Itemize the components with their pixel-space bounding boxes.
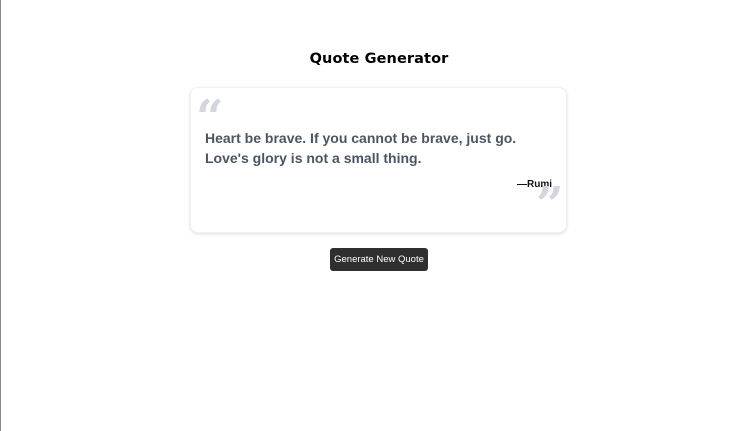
close-quote-icon: ”: [536, 177, 564, 233]
quote-text: Heart be brave. If you cannot be brave, …: [205, 130, 517, 166]
quote-card: “ Heart be brave. If you cannot be brave…: [190, 87, 567, 233]
page-title: Quote Generator: [309, 51, 449, 67]
generate-new-quote-button[interactable]: Generate New Quote: [330, 248, 428, 271]
